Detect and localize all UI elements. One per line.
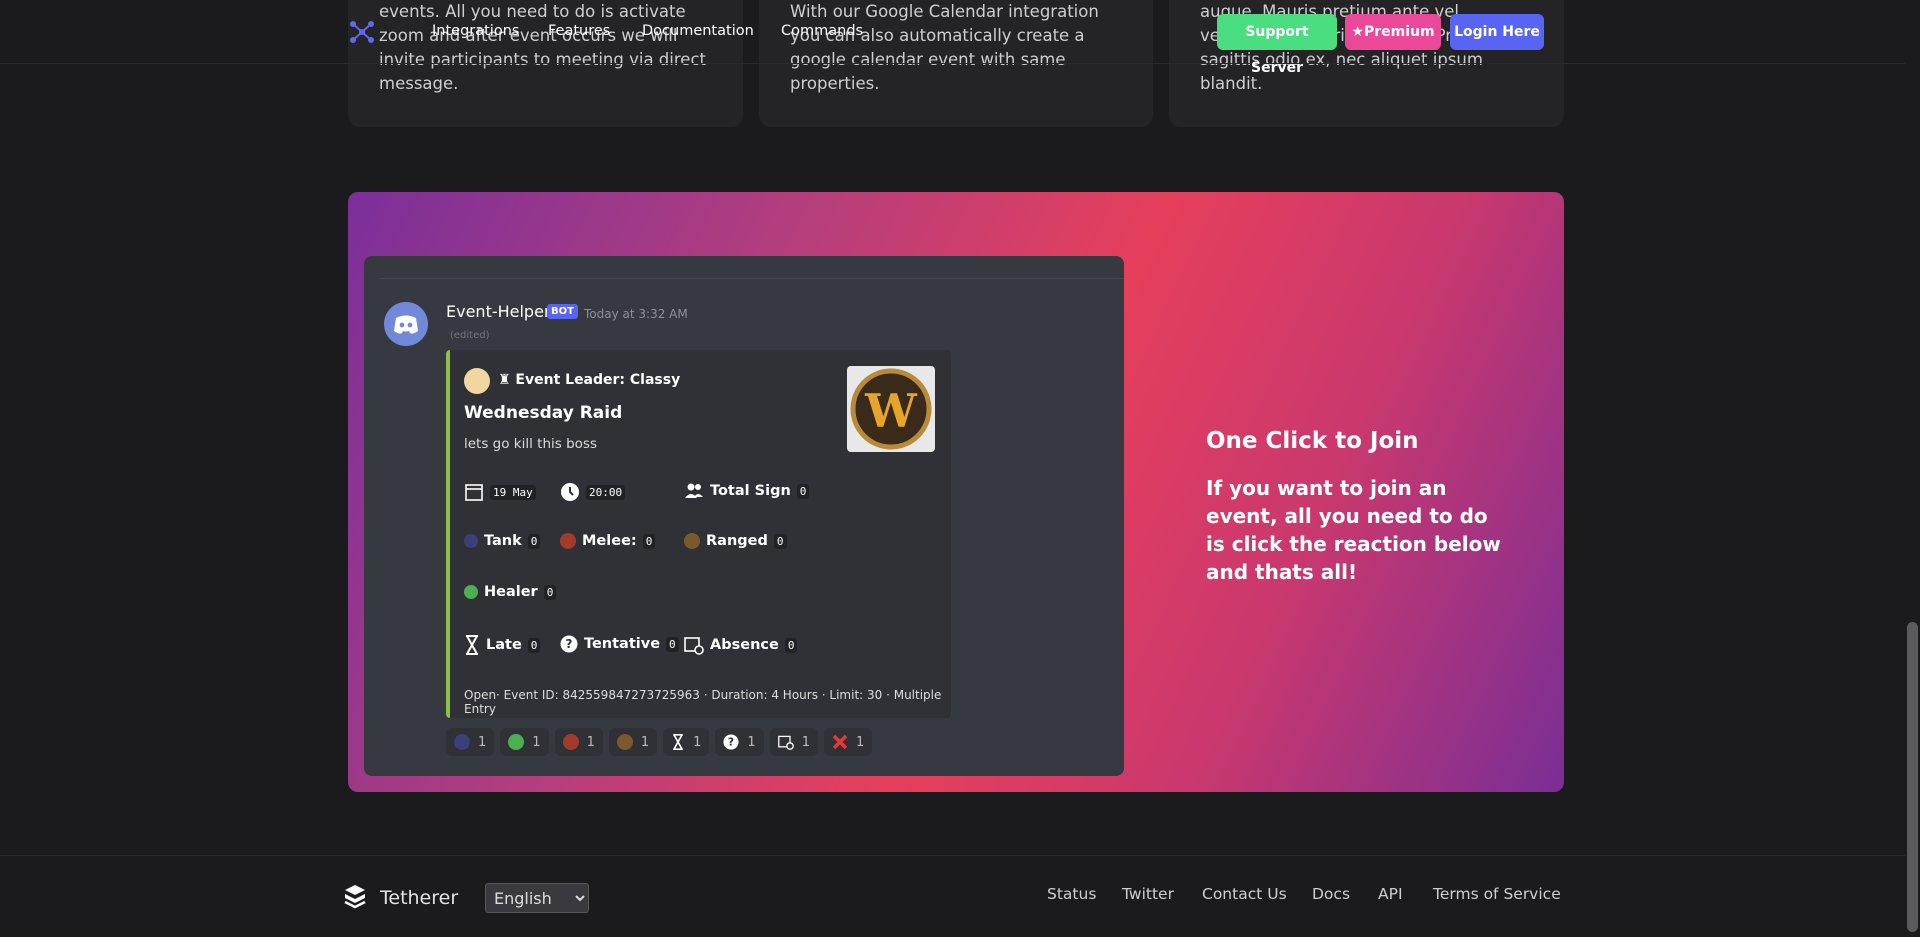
reaction-melee[interactable]: 1 — [554, 728, 603, 756]
section-description: If you want to join an event, all you ne… — [1206, 476, 1501, 584]
ranged-icon — [684, 533, 700, 549]
event-leader: ♜ Event Leader: Classy — [498, 372, 681, 388]
leader-avatar — [464, 368, 490, 394]
section-title: One Click to Join — [1206, 428, 1419, 454]
calendar-icon — [465, 484, 483, 501]
event-title: Wednesday Raid — [464, 403, 623, 423]
x-icon — [832, 734, 848, 750]
reaction-healer[interactable]: 1 — [500, 728, 549, 756]
reaction-tank[interactable]: 1 — [446, 728, 495, 756]
warcraft-logo-icon: W — [850, 368, 932, 450]
event-embed: ♜ Event Leader: Classy Wednesday Raid le… — [446, 350, 951, 718]
svg-text:?: ? — [728, 736, 734, 749]
svg-text:W: W — [864, 384, 918, 438]
page-scrollbar[interactable] — [1905, 0, 1920, 937]
nav-link-integrations[interactable]: Integrations — [432, 23, 519, 39]
healer-icon — [464, 585, 478, 599]
footer-link-status[interactable]: Status — [1047, 885, 1096, 903]
clock-icon — [561, 483, 579, 501]
field-total-sign: Total Sign 0 — [684, 482, 810, 500]
reaction-decline[interactable]: 1 — [823, 728, 873, 756]
question-icon: ? — [560, 635, 578, 653]
reaction-ranged[interactable]: 1 — [608, 728, 658, 756]
footer-link-docs[interactable]: Docs — [1312, 885, 1350, 903]
svg-text:?: ? — [566, 637, 573, 651]
people-icon — [685, 483, 703, 498]
logo-icon[interactable] — [348, 18, 376, 46]
footer-link-contact[interactable]: Contact Us — [1202, 885, 1287, 903]
language-select[interactable]: English — [485, 883, 589, 913]
melee-icon — [562, 734, 579, 750]
footer-link-twitter[interactable]: Twitter — [1122, 885, 1174, 903]
field-ranged: Ranged 0 — [684, 533, 787, 549]
field-tank: Tank 0 — [464, 533, 541, 549]
one-click-join-section: Event-Helper BOT Today at 3:32 AM (edite… — [348, 192, 1564, 792]
event-footer: Open· Event ID: 842559847273725963 · Dur… — [464, 688, 942, 716]
top-nav: Integrations Features Documentation Comm… — [0, 0, 1905, 76]
scrollbar-thumb[interactable] — [1907, 622, 1918, 932]
nav-link-features[interactable]: Features — [548, 23, 610, 39]
field-absence: Absence 0 — [684, 635, 798, 655]
footer-link-api[interactable]: API — [1378, 885, 1403, 903]
reaction-bar: 1 1 1 1 1 ? 1 1 1 — [446, 728, 873, 756]
hourglass-icon — [673, 734, 683, 750]
footer-brand[interactable]: Tetherer — [380, 887, 458, 909]
reaction-tentative[interactable]: ? 1 — [715, 728, 764, 756]
edited-label: (edited) — [450, 330, 490, 341]
tank-icon — [454, 734, 470, 750]
message-timestamp: Today at 3:32 AM — [584, 307, 688, 321]
field-melee: Melee: 0 — [560, 533, 656, 549]
field-date: 19 May — [464, 482, 536, 502]
ranged-icon — [616, 734, 633, 750]
bot-badge: BOT — [547, 304, 578, 319]
question-icon: ? — [723, 734, 739, 750]
footer-link-terms[interactable]: Terms of Service — [1433, 885, 1561, 903]
event-thumbnail: W — [847, 366, 935, 452]
healer-icon — [508, 734, 525, 750]
support-server-button[interactable]: Support Server — [1217, 14, 1337, 76]
page: events. All you need to do is activate z… — [0, 0, 1920, 937]
field-time: 20:00 — [560, 482, 626, 502]
nav-link-documentation[interactable]: Documentation — [642, 23, 754, 39]
nav-link-commands[interactable]: Commands — [781, 23, 863, 39]
melee-icon — [560, 533, 576, 549]
login-button[interactable]: Login Here — [1450, 14, 1544, 50]
footer: Tetherer English Status Twitter Contact … — [0, 855, 1905, 937]
premium-button[interactable]: ★Premium — [1345, 14, 1441, 50]
field-healer: Healer 0 — [464, 584, 557, 600]
tank-icon — [464, 534, 478, 548]
reaction-absence[interactable]: 1 — [769, 728, 818, 756]
absence-icon — [684, 637, 704, 655]
tetherer-logo-icon[interactable] — [343, 884, 367, 910]
field-tentative: ? Tentative 0 — [560, 635, 679, 653]
discord-message-preview: Event-Helper BOT Today at 3:32 AM (edite… — [364, 256, 1124, 776]
absence-icon — [777, 735, 794, 750]
reaction-late[interactable]: 1 — [663, 728, 710, 756]
field-late: Late 0 — [464, 635, 541, 655]
discord-avatar-icon — [384, 302, 428, 346]
hourglass-icon — [466, 635, 478, 655]
event-description: lets go kill this boss — [464, 436, 597, 452]
message-username[interactable]: Event-Helper — [446, 302, 551, 321]
divider — [380, 278, 1124, 279]
